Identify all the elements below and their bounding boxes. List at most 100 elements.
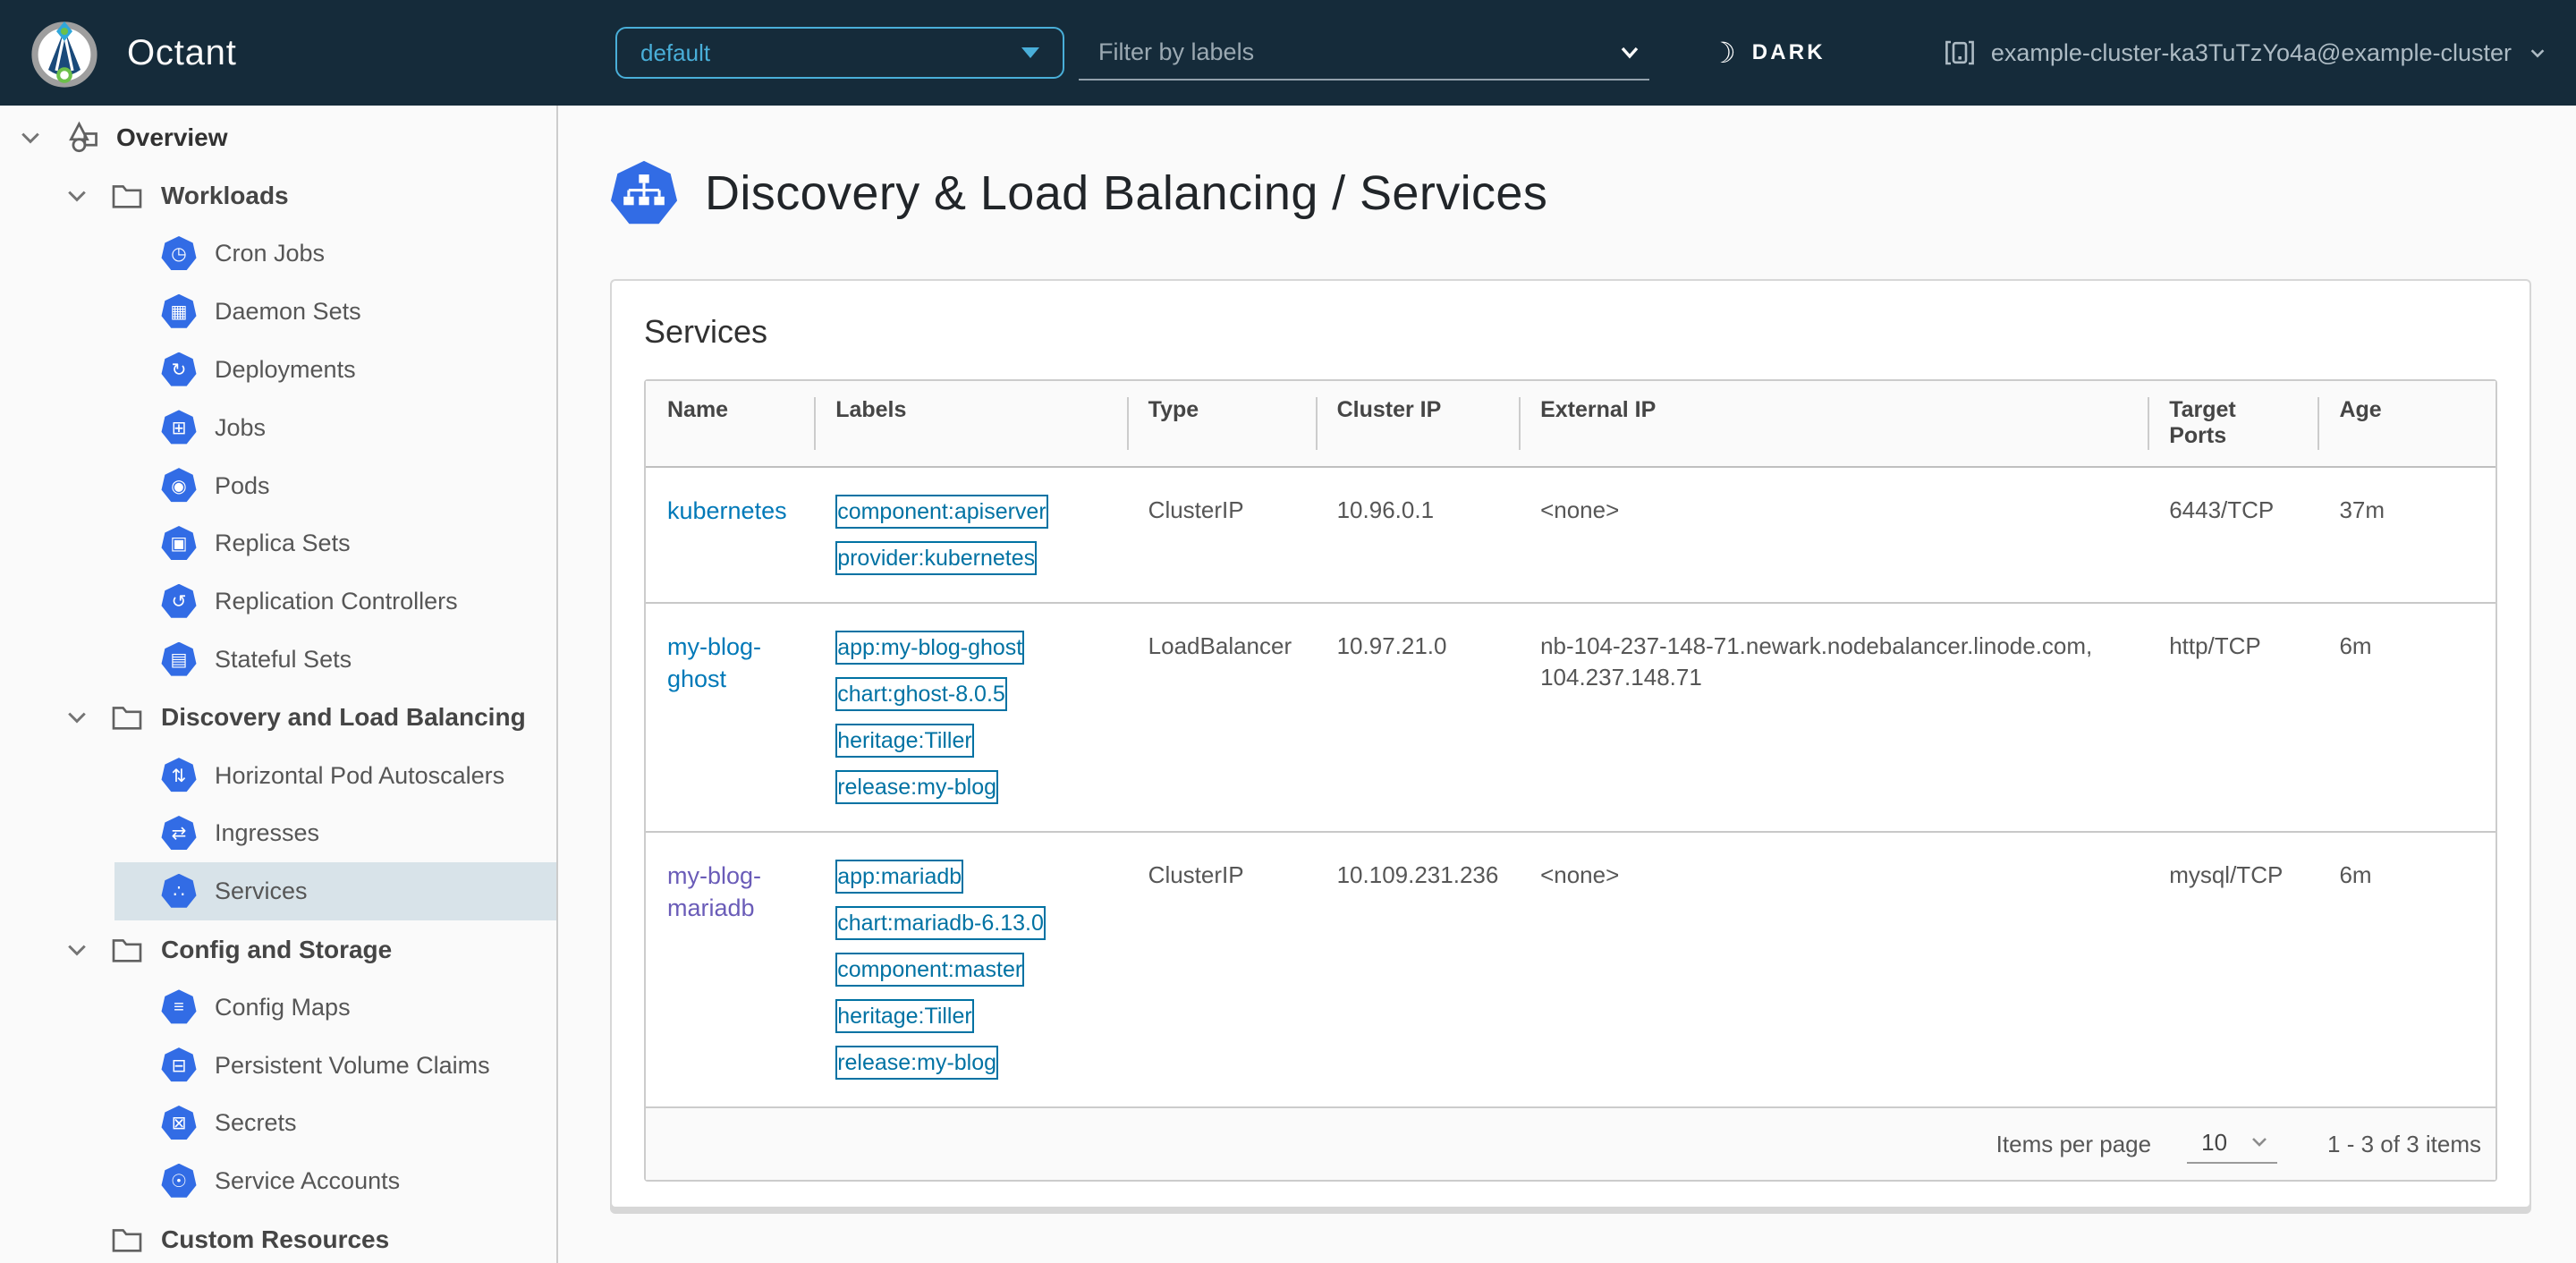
label-filter-input[interactable]: Filter by labels xyxy=(1079,25,1649,81)
sidebar-item-horizontal-pod-autoscalers[interactable]: ⇅ Horizontal Pod Autoscalers xyxy=(0,747,556,805)
theme-toggle-button[interactable]: ☾ DARK xyxy=(1710,0,1826,106)
sidebar-item-label: Workloads xyxy=(161,182,289,210)
sidebar-item-replication-controllers[interactable]: ↺ Replication Controllers xyxy=(0,572,556,631)
namespace-select[interactable]: default xyxy=(615,27,1064,79)
cluster-context-label: example-cluster-ka3TuTzYo4a@example-clus… xyxy=(1990,38,2512,66)
label-pill[interactable]: release:my-blog xyxy=(835,770,999,804)
services-card: Services Name Labels Type Cluster IP Ext… xyxy=(610,279,2531,1208)
cell-target-ports: http/TCP xyxy=(2148,602,2318,832)
label-pill[interactable]: app:mariadb xyxy=(835,860,964,894)
sidebar-item-label: Service Accounts xyxy=(215,1167,401,1195)
chevron-down-icon[interactable] xyxy=(64,705,89,730)
items-per-page-value: 10 xyxy=(2201,1128,2228,1156)
sidebar-item-label: Custom Resources xyxy=(161,1225,390,1253)
chevron-down-icon xyxy=(2528,43,2547,63)
moon-icon: ☾ xyxy=(1710,37,1736,69)
deployments-icon: ↻ xyxy=(161,352,197,386)
horizontal-pod-autoscalers-icon: ⇅ xyxy=(161,758,197,793)
sidebar-item-label: Horizontal Pod Autoscalers xyxy=(215,761,505,789)
sidebar-nav: Overview Workloads ◷ Cron Jobs ▦ Daemon Sets ↻… xyxy=(0,106,558,1263)
sidebar-item-label: Daemon Sets xyxy=(215,298,361,326)
column-header-cluster-ip: Cluster IP xyxy=(1315,381,1520,468)
pods-icon: ◉ xyxy=(161,468,197,503)
label-pill[interactable]: component:apiserver xyxy=(835,495,1048,529)
service-link[interactable]: kubernetes xyxy=(667,497,787,524)
sidebar-item-cron-jobs[interactable]: ◷ Cron Jobs xyxy=(0,225,556,284)
sidebar-item-label: Deployments xyxy=(215,356,356,384)
sidebar-item-ingresses[interactable]: ⇄ Ingresses xyxy=(0,805,556,863)
chevron-down-icon[interactable] xyxy=(64,937,89,962)
label-filter-placeholder: Filter by labels xyxy=(1098,38,1255,65)
top-bar: Octant default Filter by labels ☾ DARK e… xyxy=(0,0,2576,106)
sidebar-item-replica-sets[interactable]: ▣ Replica Sets xyxy=(0,515,556,573)
services-datagrid: Name Labels Type Cluster IP External IP … xyxy=(644,379,2497,1182)
pagination-range: 1 - 3 of 3 items xyxy=(2327,1130,2481,1157)
label-pill[interactable]: heritage:Tiller xyxy=(835,724,974,758)
sidebar-item-stateful-sets[interactable]: ▤ Stateful Sets xyxy=(0,631,556,689)
octant-app: Octant default Filter by labels ☾ DARK e… xyxy=(0,0,2576,1263)
cluster-context-menu[interactable]: example-cluster-ka3TuTzYo4a@example-clus… xyxy=(1945,0,2547,106)
items-per-page-select[interactable]: 10 xyxy=(2187,1125,2278,1164)
replication-controllers-icon: ↺ xyxy=(161,583,197,618)
folder-icon xyxy=(112,707,142,731)
folder-icon xyxy=(112,1228,142,1252)
items-per-page-label: Items per page xyxy=(1996,1130,2152,1157)
service-accounts-icon: ☉ xyxy=(161,1163,197,1198)
sidebar-item-label: Replication Controllers xyxy=(215,588,458,615)
cron-jobs-icon: ◷ xyxy=(161,235,197,270)
table-row: my-blog-mariadb app:mariadb chart:mariad… xyxy=(646,831,2496,1106)
sidebar-item-daemon-sets[interactable]: ▦ Daemon Sets xyxy=(0,283,556,341)
label-pill[interactable]: provider:kubernetes xyxy=(835,541,1038,575)
sidebar-item-deployments[interactable]: ↻ Deployments xyxy=(0,341,556,399)
sidebar-item-label: Replica Sets xyxy=(215,530,351,557)
brand[interactable]: Octant xyxy=(27,0,237,106)
sidebar-item-service-accounts[interactable]: ☉ Service Accounts xyxy=(0,1152,556,1210)
sidebar-item-label: Config Maps xyxy=(215,993,351,1021)
ingresses-icon: ⇄ xyxy=(161,815,197,850)
label-pill[interactable]: heritage:Tiller xyxy=(835,999,974,1033)
sidebar-item-discovery-and-load-balancing[interactable]: Discovery and Load Balancing xyxy=(0,689,556,747)
sidebar-item-overview[interactable]: Overview xyxy=(0,109,556,167)
service-link[interactable]: my-blog-mariadb xyxy=(667,862,761,921)
label-pill[interactable]: component:master xyxy=(835,953,1025,987)
label-pill[interactable]: chart:mariadb-6.13.0 xyxy=(835,906,1046,940)
cluster-icon xyxy=(1945,38,1975,67)
column-header-age: Age xyxy=(2318,381,2496,468)
sidebar-item-label: Services xyxy=(215,877,308,905)
select-caret-icon xyxy=(1021,47,1039,58)
sidebar-item-persistent-volume-claims[interactable]: ⊟ Persistent Volume Claims xyxy=(0,1037,556,1095)
sidebar-item-pods[interactable]: ◉ Pods xyxy=(0,457,556,515)
sidebar-item-config-and-storage[interactable]: Config and Storage xyxy=(0,920,556,979)
page-title: Discovery & Load Balancing / Services xyxy=(705,166,1548,220)
label-pill[interactable]: release:my-blog xyxy=(835,1046,999,1080)
sidebar-item-label: Jobs xyxy=(215,413,267,441)
cell-cluster-ip: 10.97.21.0 xyxy=(1315,602,1520,832)
secrets-icon: ⊠ xyxy=(161,1105,197,1140)
sidebar-item-jobs[interactable]: ⊞ Jobs xyxy=(0,399,556,457)
sidebar-item-secrets[interactable]: ⊠ Secrets xyxy=(0,1095,556,1153)
sidebar-item-services[interactable]: ∴ Services xyxy=(0,862,556,921)
sidebar-item-config-maps[interactable]: ≡ Config Maps xyxy=(0,979,556,1037)
sidebar-item-label: Stateful Sets xyxy=(215,646,352,674)
sidebar-item-label: Config and Storage xyxy=(161,935,393,963)
chevron-down-icon[interactable] xyxy=(64,183,89,208)
label-pill[interactable]: app:my-blog-ghost xyxy=(835,631,1025,665)
cell-target-ports: mysql/TCP xyxy=(2148,831,2318,1106)
table-row: my-blog-ghost app:my-blog-ghost chart:gh… xyxy=(646,602,2496,832)
sidebar-item-label: Overview xyxy=(116,123,228,152)
cell-type: ClusterIP xyxy=(1126,831,1316,1106)
config-maps-icon: ≡ xyxy=(161,989,197,1024)
column-header-name: Name xyxy=(646,381,815,468)
service-link[interactable]: my-blog-ghost xyxy=(667,633,761,692)
cell-cluster-ip: 10.96.0.1 xyxy=(1336,496,1435,523)
namespace-select-value: default xyxy=(640,38,711,66)
stateful-sets-icon: ▤ xyxy=(161,641,197,676)
sidebar-item-custom-resources[interactable]: Custom Resources xyxy=(0,1210,556,1263)
chevron-down-icon[interactable] xyxy=(1617,39,1642,64)
sidebar-item-workloads[interactable]: Workloads xyxy=(0,167,556,225)
label-pill[interactable]: chart:ghost-8.0.5 xyxy=(835,677,1007,711)
services-icon: ∴ xyxy=(161,873,197,908)
chevron-down-icon[interactable] xyxy=(18,125,43,150)
column-header-target-ports: Target Ports xyxy=(2148,381,2318,468)
cell-type: LoadBalancer xyxy=(1126,602,1316,832)
